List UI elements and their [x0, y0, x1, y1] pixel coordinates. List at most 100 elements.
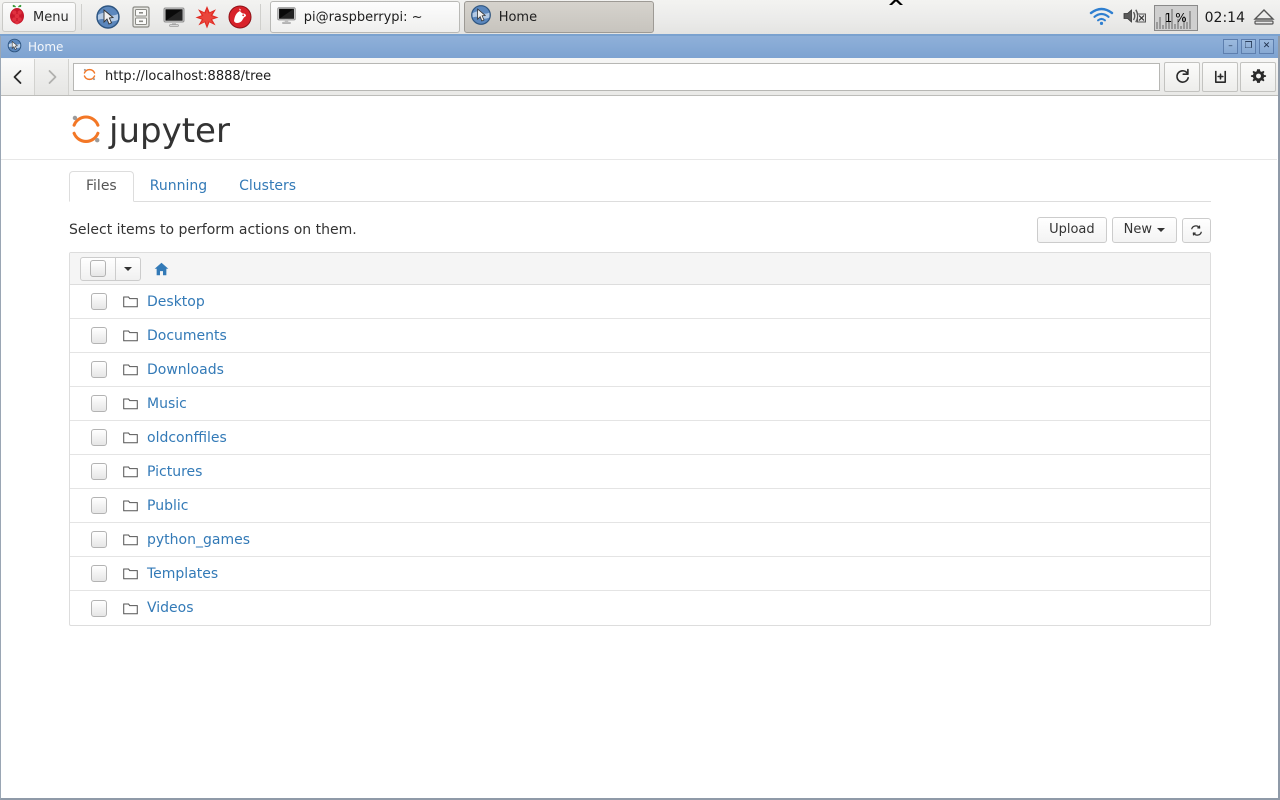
- file-name-link[interactable]: Pictures: [147, 464, 202, 480]
- reload-button[interactable]: [1164, 61, 1200, 92]
- new-tab-button[interactable]: [1202, 61, 1238, 92]
- upload-button[interactable]: Upload: [1037, 217, 1107, 243]
- browser-navbar: http://localhost:8888/tree: [1, 58, 1278, 96]
- taskbar-window-list: pi@raspberrypi: ~ Home: [269, 1, 654, 33]
- file-name-link[interactable]: Downloads: [147, 362, 224, 378]
- address-bar-value[interactable]: http://localhost:8888/tree: [105, 69, 271, 84]
- select-all-control[interactable]: [80, 256, 141, 281]
- gear-icon: [1250, 69, 1266, 83]
- file-name-link[interactable]: Music: [147, 396, 187, 412]
- jupyter-logo-icon[interactable]: [69, 112, 103, 150]
- address-bar[interactable]: http://localhost:8888/tree: [73, 62, 1160, 91]
- home-icon: [154, 262, 169, 275]
- row-checkbox[interactable]: [91, 497, 107, 514]
- new-dropdown-button[interactable]: New: [1111, 217, 1177, 243]
- browser-toolbar-right: [1164, 61, 1278, 92]
- clock[interactable]: 02:14: [1205, 10, 1245, 26]
- table-row[interactable]: oldconffiles: [70, 421, 1210, 455]
- taskbar-task-terminal[interactable]: pi@raspberrypi: ~: [269, 1, 460, 33]
- back-button[interactable]: [1, 58, 35, 95]
- table-row[interactable]: Documents: [70, 319, 1210, 353]
- folder-icon: [123, 329, 138, 342]
- folder-icon: [123, 533, 138, 546]
- row-checkbox[interactable]: [91, 565, 107, 582]
- cpu-monitor[interactable]: 1 %: [1153, 5, 1198, 31]
- tab-files[interactable]: Files: [69, 171, 134, 202]
- launcher-wolfram-icon[interactable]: [225, 2, 255, 32]
- launcher-web-browser-icon[interactable]: [93, 2, 123, 32]
- chevron-down-icon: [124, 266, 132, 271]
- taskbar-separator-2: [259, 4, 261, 30]
- raspberry-pi-icon: [5, 3, 29, 31]
- jupyter-logo-text[interactable]: jupyter: [109, 111, 230, 151]
- file-name-link[interactable]: Videos: [147, 600, 194, 616]
- breadcrumb-home[interactable]: [154, 262, 169, 276]
- cpu-value: 1: [1164, 11, 1173, 25]
- row-checkbox[interactable]: [91, 429, 107, 446]
- table-row[interactable]: Music: [70, 387, 1210, 421]
- select-all-checkbox-wrap[interactable]: [81, 260, 115, 277]
- close-button[interactable]: ✕: [1259, 39, 1274, 54]
- chevron-left-icon: [13, 69, 21, 84]
- taskbar-task-label: Home: [498, 9, 538, 25]
- taskbar-task-label: pi@raspberrypi: ~: [303, 9, 423, 25]
- file-name-link[interactable]: Public: [147, 498, 188, 514]
- checkbox-icon[interactable]: [90, 260, 106, 277]
- settings-button[interactable]: [1240, 61, 1276, 92]
- cpu-unit: %: [1175, 11, 1187, 25]
- table-row[interactable]: Videos: [70, 591, 1210, 625]
- taskbar-launchers: [93, 2, 255, 32]
- tab-running[interactable]: Running: [134, 172, 223, 201]
- row-checkbox[interactable]: [91, 531, 107, 548]
- folder-icon: [123, 295, 138, 308]
- forward-button[interactable]: [35, 58, 69, 95]
- table-row[interactable]: Public: [70, 489, 1210, 523]
- file-list-rows: Desktop Documents Downloads Music oldcon…: [70, 285, 1210, 625]
- volume-muted-icon[interactable]: [1121, 6, 1147, 30]
- launcher-mathematica-icon[interactable]: [192, 2, 222, 32]
- file-name-link[interactable]: Desktop: [147, 294, 205, 310]
- row-checkbox[interactable]: [91, 361, 107, 378]
- taskbar-task-browser[interactable]: Home: [463, 1, 654, 33]
- file-name-link[interactable]: oldconffiles: [147, 430, 227, 446]
- refresh-button[interactable]: [1182, 217, 1211, 243]
- web-browser-icon: [470, 4, 492, 30]
- start-menu-button[interactable]: Menu: [2, 2, 76, 32]
- web-browser-icon: [7, 38, 22, 57]
- jupyter-favicon: [82, 67, 97, 86]
- minimize-button[interactable]: –: [1223, 39, 1238, 54]
- row-checkbox[interactable]: [91, 463, 107, 480]
- eject-icon[interactable]: [1252, 6, 1276, 30]
- table-row[interactable]: Downloads: [70, 353, 1210, 387]
- launcher-terminal-icon[interactable]: [159, 2, 189, 32]
- table-row[interactable]: Pictures: [70, 455, 1210, 489]
- window-controls: – ❐ ✕: [1223, 39, 1274, 54]
- taskbar-separator: [80, 4, 82, 30]
- row-checkbox[interactable]: [91, 395, 107, 412]
- browser-titlebar[interactable]: Home – ❐ ✕: [1, 36, 1278, 58]
- jupyter-tabs: Files Running Clusters: [69, 171, 1211, 202]
- tab-clusters[interactable]: Clusters: [223, 172, 312, 201]
- row-checkbox[interactable]: [91, 599, 107, 617]
- terminal-icon: [276, 5, 297, 30]
- selection-hint: Select items to perform actions on them.: [69, 222, 357, 238]
- maximize-button[interactable]: ❐: [1241, 39, 1256, 54]
- file-name-link[interactable]: Documents: [147, 328, 227, 344]
- file-name-link[interactable]: Templates: [147, 566, 218, 582]
- jupyter-page: jupyter Files Running Clusters Select it…: [1, 97, 1277, 798]
- table-row[interactable]: python_games: [70, 523, 1210, 557]
- row-checkbox[interactable]: [91, 327, 107, 344]
- folder-icon: [123, 397, 138, 410]
- select-all-dropdown[interactable]: [115, 257, 140, 280]
- table-row[interactable]: Desktop: [70, 285, 1210, 319]
- wifi-icon[interactable]: [1089, 6, 1114, 30]
- row-checkbox[interactable]: [91, 293, 107, 310]
- chevron-right-icon: [48, 69, 56, 84]
- file-name-link[interactable]: python_games: [147, 532, 250, 548]
- folder-icon: [123, 567, 138, 580]
- mouse-cursor: [887, 0, 905, 14]
- launcher-file-manager-icon[interactable]: [126, 2, 156, 32]
- folder-icon: [123, 363, 138, 376]
- table-row[interactable]: Templates: [70, 557, 1210, 591]
- desktop-taskbar: Menu pi@raspberrypi: ~ Home 1 % 02:14: [0, 0, 1280, 36]
